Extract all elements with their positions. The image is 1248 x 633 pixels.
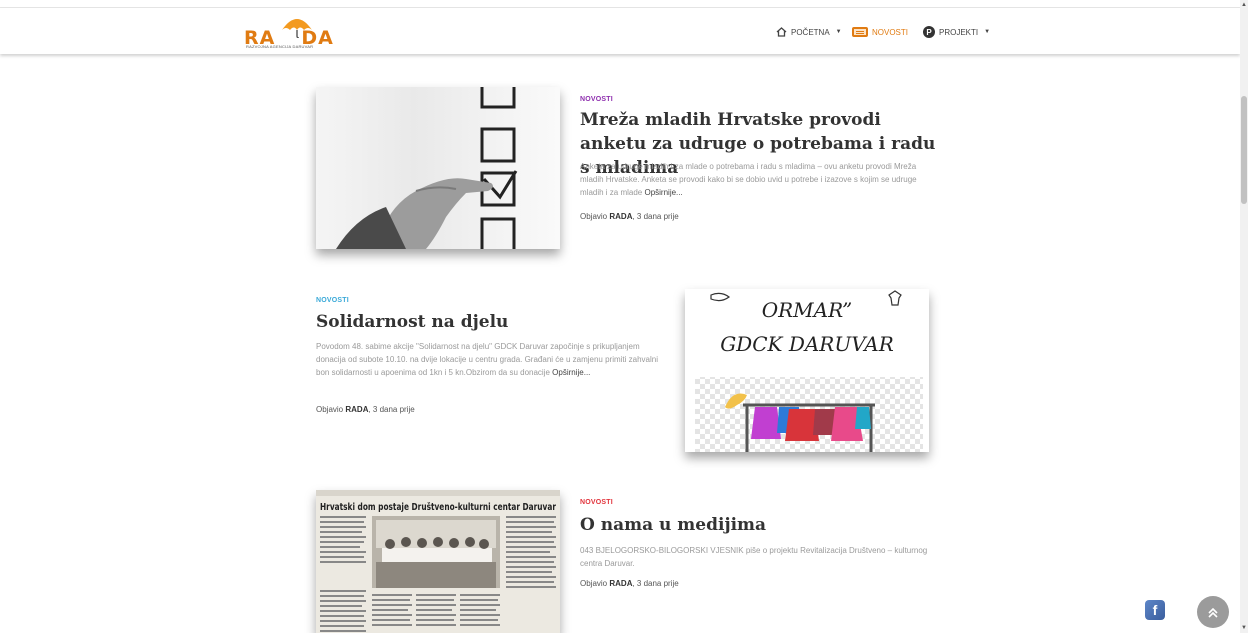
checklist-hand-image [336,87,518,249]
double-chevron-up-icon [1208,607,1218,618]
site-logo[interactable]: RA DA RAZVOJNA AGENCIJA DARUVAR [244,14,356,50]
nav-projects-label: PROJEKTI [939,27,979,37]
article-2-more-link[interactable]: Opširnije... [552,368,590,377]
article-2-title[interactable]: Solidarnost na djelu [316,310,676,334]
nav-home-label: POČETNA [791,27,830,37]
article-3-author[interactable]: RADA [609,579,632,588]
ormar-poster-image: ORMAR” GDCK DARUVAR [695,290,923,452]
article-2-author[interactable]: RADA [345,405,368,414]
clipping-headline: Hrvatski dom postaje Društveno-kulturni … [320,501,556,513]
scroll-up-arrow-icon[interactable]: ▲ [1240,0,1248,10]
logo-subtitle: RAZVOJNA AGENCIJA DARUVAR [246,44,314,49]
article-1-meta: Objavio RADA, 3 dana prije [580,212,679,221]
article-1-excerpt: Anketa za udruge mladih i za mlade o pot… [580,162,917,197]
chevron-up-icon[interactable] [1197,596,1229,628]
article-3-excerpt: 043 BJELOGORSKO-BILOGORSKI VJESNIK piše … [580,546,928,568]
poster-line-1: ORMAR” [762,298,853,322]
nav-news-label: NOVOSTI [872,27,909,37]
article-3-image[interactable]: Hrvatski dom postaje Društveno-kulturni … [316,490,560,633]
article-2-category[interactable]: NOVOSTI [316,297,349,304]
nav-news[interactable]: NOVOSTI [852,23,908,41]
article-2-excerpt: Povodom 48. sabime akcije "Solidarnost n… [316,342,658,377]
nav-home[interactable]: POČETNA ▼ [776,23,842,41]
article-1-image[interactable] [316,87,560,249]
article-1-more-link[interactable]: Opširnije... [644,188,682,197]
nav-projects[interactable]: P PROJEKTI ▼ [923,23,990,41]
article-2-meta: Objavio RADA, 3 dana prije [316,405,415,414]
article-3-title[interactable]: O nama u medijima [580,513,940,537]
page-scrollbar[interactable]: ▲ ▼ [1240,0,1248,633]
facebook-icon[interactable]: f [1145,600,1165,620]
article-2-image[interactable]: ORMAR” GDCK DARUVAR [685,289,929,452]
article-1-author[interactable]: RADA [609,212,632,221]
article-3-meta: Objavio RADA, 3 dana prije [580,579,679,588]
scroll-down-arrow-icon[interactable]: ▼ [1240,623,1248,633]
poster-line-2: GDCK DARUVAR [720,332,894,356]
p-circle-icon: P [923,26,935,38]
article-1-category[interactable]: NOVOSTI [580,96,613,103]
caret-down-icon: ▼ [835,29,842,35]
scrollbar-thumb[interactable] [1241,96,1247,204]
article-3-category[interactable]: NOVOSTI [580,499,613,506]
caret-down-icon: ▼ [984,29,991,35]
top-edge [0,0,1240,8]
newspaper-icon [852,27,868,37]
home-icon [776,27,787,37]
newspaper-clipping-image: Hrvatski dom postaje Društveno-kulturni … [316,490,560,633]
site-header: RA DA RAZVOJNA AGENCIJA DARUVAR POČETNA ▼… [0,8,1240,54]
